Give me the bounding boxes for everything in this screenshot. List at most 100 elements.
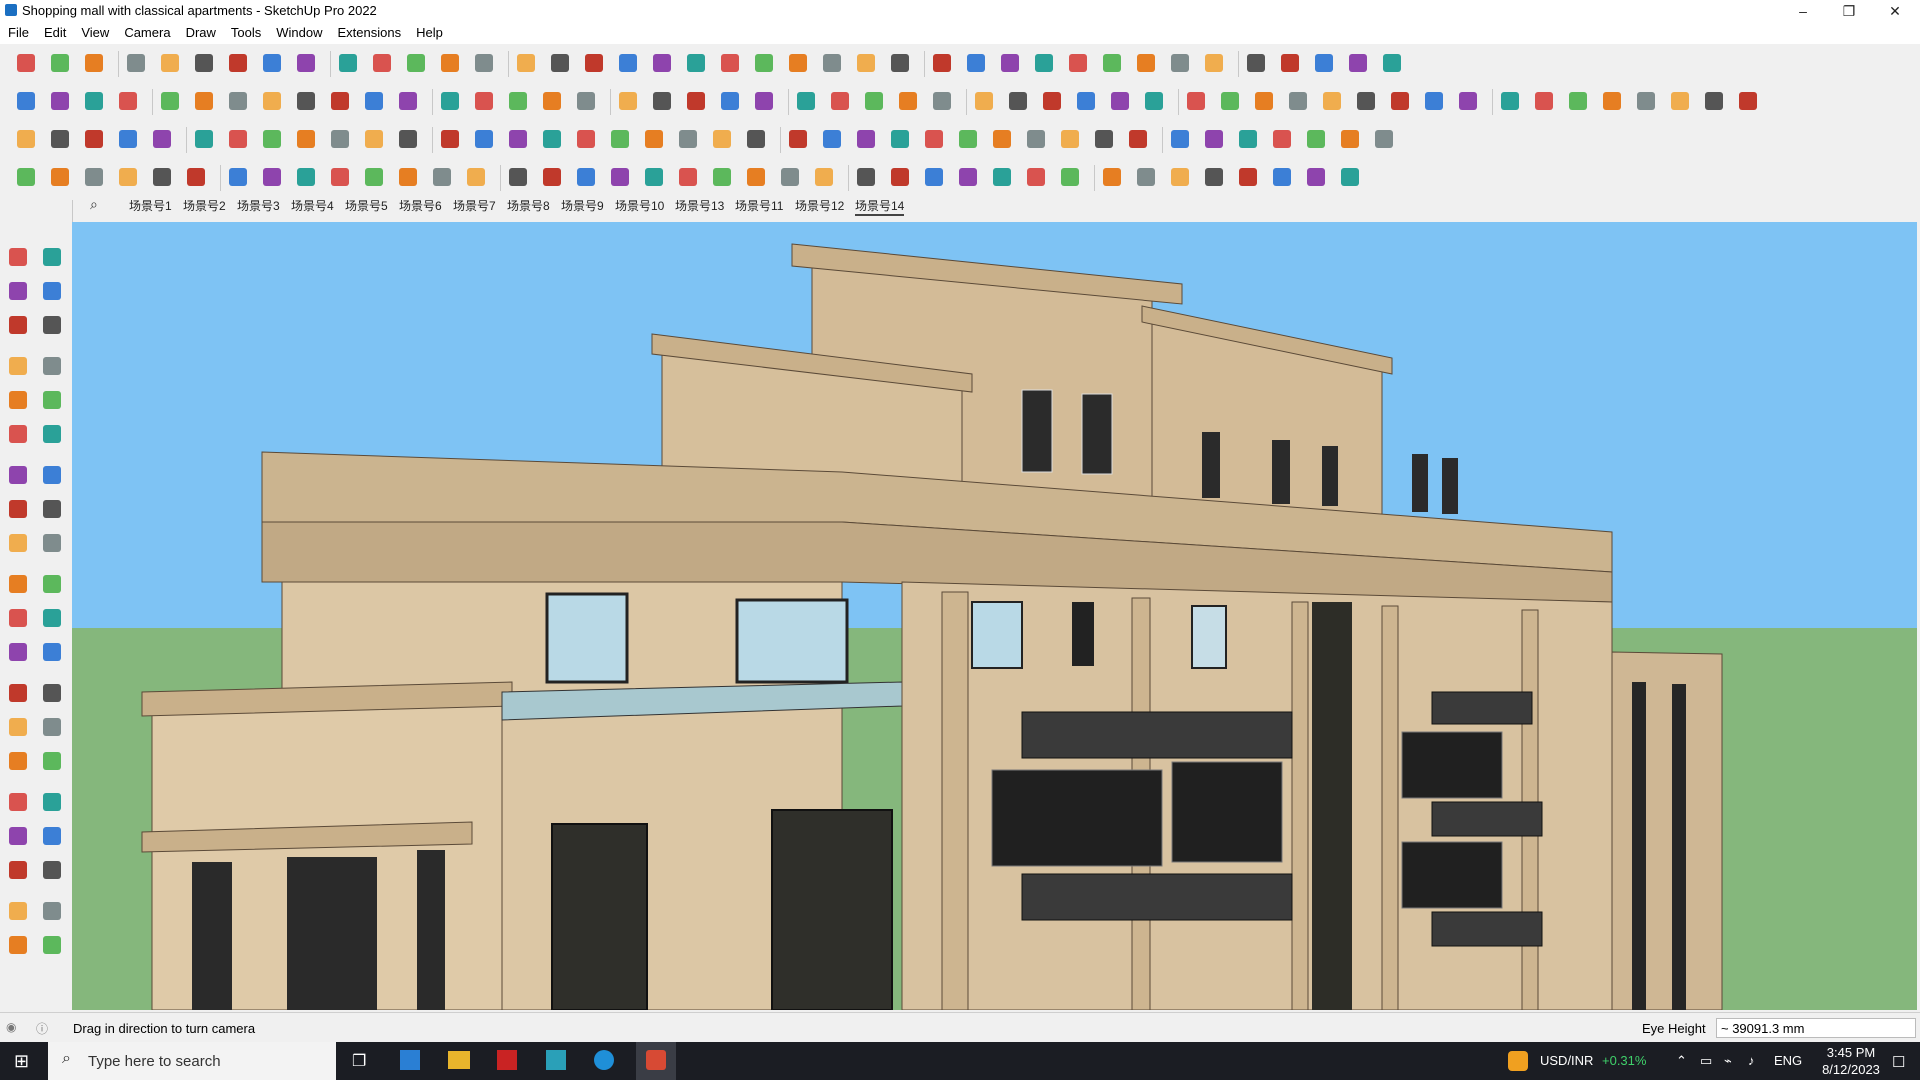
toolbar-tool-button[interactable]	[710, 127, 734, 151]
toolbar-tool-button[interactable]	[1202, 165, 1226, 189]
toolbar-tool-button[interactable]	[336, 51, 360, 75]
toolbar-tool-button[interactable]	[150, 127, 174, 151]
palette-tool-button[interactable]	[39, 898, 65, 924]
toolbar-tool-button[interactable]	[812, 165, 836, 189]
palette-tool-button[interactable]	[5, 571, 31, 597]
menu-window[interactable]: Window	[268, 22, 329, 40]
palette-tool-button[interactable]	[5, 714, 31, 740]
toolbar-tool-button[interactable]	[1024, 165, 1048, 189]
toolbar-tool-button[interactable]	[1092, 127, 1116, 151]
toolbar-tool-button[interactable]	[48, 127, 72, 151]
toolbar-tool-button[interactable]	[922, 127, 946, 151]
toolbar-tool-button[interactable]	[1100, 165, 1124, 189]
minimize-button[interactable]: –	[1780, 0, 1826, 22]
toolbar-tool-button[interactable]	[1270, 165, 1294, 189]
menu-file[interactable]: File	[0, 22, 36, 40]
toolbar-tool-button[interactable]	[718, 51, 742, 75]
toolbar-tool-button[interactable]	[676, 127, 700, 151]
file-explorer-icon[interactable]	[448, 1051, 470, 1069]
toolbar-tool-button[interactable]	[1270, 127, 1294, 151]
toolbar-tool-button[interactable]	[1074, 89, 1098, 113]
palette-tool-button[interactable]	[39, 353, 65, 379]
scene-tab-9[interactable]: 场景号9	[561, 197, 604, 214]
palette-tool-button[interactable]	[5, 421, 31, 447]
palette-tool-button[interactable]	[39, 571, 65, 597]
info-icon[interactable]: ⓘ	[36, 1020, 48, 1037]
toolbar-tool-button[interactable]	[1142, 89, 1166, 113]
toolbar-tool-button[interactable]	[14, 165, 38, 189]
palette-tool-button[interactable]	[5, 898, 31, 924]
menu-extensions[interactable]: Extensions	[330, 22, 409, 40]
scene-tab-12[interactable]: 场景号12	[795, 197, 844, 214]
toolbar-tool-button[interactable]	[404, 51, 428, 75]
toolbar-tool-button[interactable]	[1058, 127, 1082, 151]
toolbar-tool-button[interactable]	[1168, 51, 1192, 75]
toolbar-tool-button[interactable]	[192, 51, 216, 75]
toolbar-tool-button[interactable]	[464, 165, 488, 189]
palette-tool-button[interactable]	[39, 530, 65, 556]
toolbar-tool-button[interactable]	[930, 89, 954, 113]
scene-tab-14[interactable]: 场景号14	[855, 197, 905, 216]
toolbar-tool-button[interactable]	[616, 51, 640, 75]
toolbar-tool-button[interactable]	[616, 89, 640, 113]
toolbar-tool-button[interactable]	[1252, 89, 1276, 113]
palette-tool-button[interactable]	[5, 278, 31, 304]
palette-tool-button[interactable]	[5, 823, 31, 849]
palette-tool-button[interactable]	[5, 530, 31, 556]
toolbar-tool-button[interactable]	[574, 127, 598, 151]
palette-tool-button[interactable]	[39, 932, 65, 958]
toolbar-tool-button[interactable]	[506, 89, 530, 113]
scene-tab-13[interactable]: 场景号13	[675, 197, 724, 214]
taskbar-search[interactable]: ⌕ Type here to search	[48, 1042, 336, 1080]
restore-button[interactable]: ❐	[1826, 0, 1872, 22]
toolbar-tool-button[interactable]	[574, 89, 598, 113]
palette-tool-button[interactable]	[5, 748, 31, 774]
toolbar-tool-button[interactable]	[362, 127, 386, 151]
toolbar-tool-button[interactable]	[158, 51, 182, 75]
scene-tab-6[interactable]: 场景号6	[399, 197, 442, 214]
toolbar-tool-button[interactable]	[116, 165, 140, 189]
clock-date[interactable]: 8/12/2023	[1818, 1062, 1884, 1077]
scene-tab-4[interactable]: 场景号4	[291, 197, 334, 214]
toolbar-tool-button[interactable]	[1040, 89, 1064, 113]
palette-tool-button[interactable]	[39, 823, 65, 849]
palette-tool-button[interactable]	[39, 857, 65, 883]
palette-tool-button[interactable]	[5, 857, 31, 883]
palette-tool-button[interactable]	[5, 244, 31, 270]
ticker-label[interactable]: USD/INR	[1540, 1053, 1593, 1068]
toolbar-tool-button[interactable]	[1388, 89, 1412, 113]
toolbar-tool-button[interactable]	[472, 89, 496, 113]
toolbar-tool-button[interactable]	[438, 89, 462, 113]
toolbar-tool-button[interactable]	[226, 89, 250, 113]
toolbar-tool-button[interactable]	[540, 89, 564, 113]
network-icon[interactable]: ⌁	[1724, 1053, 1732, 1069]
toolbar-tool-button[interactable]	[888, 51, 912, 75]
app-icon-3[interactable]	[546, 1050, 566, 1070]
edge-browser-icon[interactable]	[594, 1050, 614, 1070]
toolbar-tool-button[interactable]	[328, 89, 352, 113]
toolbar-tool-button[interactable]	[328, 127, 352, 151]
scene-tab-2[interactable]: 场景号2	[183, 197, 226, 214]
toolbar-tool-button[interactable]	[1532, 89, 1556, 113]
palette-tool-button[interactable]	[39, 462, 65, 488]
toolbar-tool-button[interactable]	[1422, 89, 1446, 113]
toolbar-tool-button[interactable]	[1168, 165, 1192, 189]
toolbar-tool-button[interactable]	[260, 51, 284, 75]
toolbar-tool-button[interactable]	[1372, 127, 1396, 151]
toolbar-tool-button[interactable]	[396, 127, 420, 151]
toolbar-tool-button[interactable]	[506, 127, 530, 151]
toolbar-tool-button[interactable]	[1202, 51, 1226, 75]
toolbar-tool-button[interactable]	[396, 165, 420, 189]
windows-start-icon[interactable]: ⊞	[14, 1051, 29, 1072]
toolbar-tool-button[interactable]	[896, 89, 920, 113]
toolbar-tool-button[interactable]	[396, 89, 420, 113]
toolbar-tool-button[interactable]	[14, 89, 38, 113]
toolbar-tool-button[interactable]	[540, 165, 564, 189]
menu-edit[interactable]: Edit	[36, 22, 73, 40]
toolbar-tool-button[interactable]	[786, 127, 810, 151]
notifications-icon[interactable]: ☐	[1892, 1053, 1905, 1071]
scene-tab-7[interactable]: 场景号7	[453, 197, 496, 214]
toolbar-tool-button[interactable]	[328, 165, 352, 189]
toolbar-tool-button[interactable]	[990, 127, 1014, 151]
palette-tool-button[interactable]	[39, 312, 65, 338]
